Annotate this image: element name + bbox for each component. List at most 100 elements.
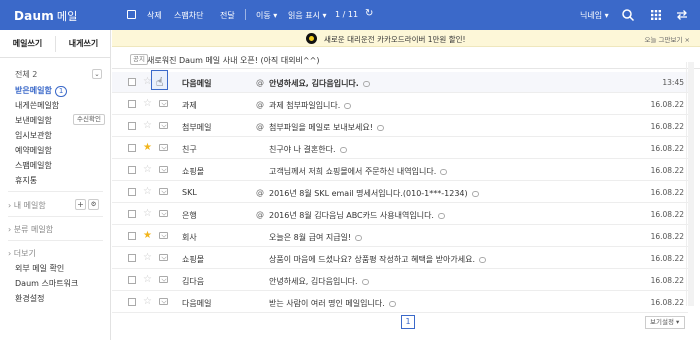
email-sender[interactable]: 김다음 xyxy=(182,276,204,287)
preview-bubble-icon[interactable] xyxy=(437,212,445,219)
notice-row[interactable]: 공지 새로워진 Daum 메일 사내 오픈! (아직 대외비^^) xyxy=(112,50,700,69)
email-sender[interactable]: 다음메일 xyxy=(182,298,211,309)
email-sender[interactable]: 쇼핑몰 xyxy=(182,254,204,265)
view-settings-dropdown[interactable]: 보기설정 ▾ xyxy=(645,316,685,329)
scrollbar-thumb[interactable] xyxy=(688,62,694,306)
settings-link[interactable]: 환경설정 xyxy=(15,293,44,304)
envelope-icon[interactable] xyxy=(159,188,168,195)
grid-icon[interactable] xyxy=(648,7,664,23)
envelope-icon[interactable] xyxy=(159,100,168,107)
star-icon[interactable]: ☆ xyxy=(143,98,152,109)
email-row[interactable]: ★ 친구 친구야 나 결혼한다. 16.08.22 xyxy=(112,138,688,159)
star-icon[interactable]: ☆ xyxy=(143,208,152,219)
promo-banner[interactable]: 새로운 대리운전 카카오드라이버 1만원 할인! 오늘 그만보기 × xyxy=(112,30,700,47)
email-sender[interactable]: 은행 xyxy=(182,210,197,221)
sidebar-item-scheduled[interactable]: 예약메일함 xyxy=(15,145,52,156)
add-folder-button[interactable]: + xyxy=(75,199,86,210)
envelope-icon[interactable] xyxy=(159,276,168,283)
envelope-icon[interactable] xyxy=(159,254,168,261)
preview-bubble-icon[interactable] xyxy=(479,256,487,263)
compose-to-self-button[interactable]: 내게쓰기 xyxy=(56,30,111,58)
smartwork-link[interactable]: Daum 스마트워크 xyxy=(15,278,78,289)
email-row[interactable]: ☆ 쇼핑몰 고객님께서 저희 쇼핑몰에서 주문하신 내역입니다. 16.08.22 xyxy=(112,160,688,181)
sidebar-item-sent[interactable]: 보낸메일함 xyxy=(15,115,52,126)
preview-bubble-icon[interactable] xyxy=(471,190,479,197)
star-icon[interactable]: ☆ xyxy=(143,296,152,307)
preview-bubble-icon[interactable] xyxy=(339,146,347,153)
email-row[interactable]: ☆ 은행 @2016년 8월 김다음님 ABC카드 사용내역입니다. 16.08.22 xyxy=(112,204,688,225)
move-dropdown[interactable]: 이동 ▾ xyxy=(256,10,277,21)
external-mail-link[interactable]: 외부 메일 확인 xyxy=(15,263,64,274)
email-subject[interactable]: 안녕하세요, 김다음입니다. xyxy=(269,78,370,89)
envelope-icon[interactable] xyxy=(159,298,168,305)
email-checkbox[interactable] xyxy=(128,276,136,284)
my-folders-toggle[interactable]: › 내 메일함 xyxy=(8,200,46,211)
delete-button[interactable]: 삭제 xyxy=(147,10,162,21)
preview-bubble-icon[interactable] xyxy=(362,80,370,87)
envelope-icon[interactable] xyxy=(159,144,168,151)
email-subject[interactable]: 친구야 나 결혼한다. xyxy=(269,144,347,155)
read-receipt-button[interactable]: 수신확인 xyxy=(73,114,105,125)
email-row[interactable]: ☆ 쇼핑몰 상품이 마음에 드셨나요? 상품평 작성하고 혜택을 받아가세요. 16.… xyxy=(112,248,688,269)
email-sender[interactable]: 쇼핑몰 xyxy=(182,166,204,177)
preview-bubble-icon[interactable] xyxy=(355,234,363,241)
email-row[interactable]: ☆ SKL @2016년 8월 SKL email 명세서입니다.(010-1***… xyxy=(112,182,688,203)
email-subject[interactable]: 고객님께서 저희 쇼핑몰에서 주문하신 내역입니다. xyxy=(269,166,448,177)
folder-settings-icon[interactable]: ⚙ xyxy=(88,199,99,210)
sidebar-item-to-self[interactable]: 내게쓴메일함 xyxy=(15,100,59,111)
email-subject[interactable]: 2016년 8월 SKL email 명세서입니다.(010-1***-1234… xyxy=(269,188,479,199)
scrollbar[interactable] xyxy=(686,62,694,306)
email-checkbox[interactable] xyxy=(128,78,136,86)
refresh-icon[interactable]: ↻ xyxy=(365,8,373,19)
email-checkbox[interactable] xyxy=(128,188,136,196)
envelope-icon[interactable] xyxy=(159,232,168,239)
all-mail-label[interactable]: 전체 2 xyxy=(15,69,37,80)
sidebar-item-drafts[interactable]: 임시보관함 xyxy=(15,130,52,141)
email-sender[interactable]: 첨부메일 xyxy=(182,122,211,133)
email-sender[interactable]: 다음메일 xyxy=(182,78,211,89)
sidebar-item-inbox[interactable]: 받은메일함 1 xyxy=(15,85,68,97)
select-all-checkbox[interactable] xyxy=(127,10,136,19)
preview-bubble-icon[interactable] xyxy=(376,124,384,131)
envelope-icon[interactable] xyxy=(159,210,168,217)
star-icon[interactable]: ☆ xyxy=(143,120,152,131)
banner-close-button[interactable]: 오늘 그만보기 × xyxy=(645,34,690,44)
star-icon[interactable]: ★ xyxy=(143,142,152,153)
star-icon[interactable]: ☆ xyxy=(143,186,152,197)
preview-bubble-icon[interactable] xyxy=(388,300,396,307)
email-row[interactable]: ★ 회사 오늘은 8월 급여 지급일! 16.08.22 xyxy=(112,226,688,247)
email-row[interactable]: ☆ 첨부메일 @ 첨부파일을 메일로 보내보세요! 16.08.22 xyxy=(112,116,688,137)
email-row[interactable]: ☆ 다음메일 받는 사람이 여러 명인 메일입니다. 16.08.22 xyxy=(112,292,688,313)
preview-bubble-icon[interactable] xyxy=(344,102,352,109)
page-number-button[interactable]: 1 xyxy=(401,315,415,329)
email-checkbox[interactable] xyxy=(128,298,136,306)
search-icon[interactable] xyxy=(620,7,636,23)
sidebar-item-trash[interactable]: 휴지통 xyxy=(15,175,37,186)
spam-block-button[interactable]: 스팸차단 xyxy=(174,10,203,21)
email-subject[interactable]: 상품이 마음에 드셨나요? 상품평 작성하고 혜택을 받아가세요. xyxy=(269,254,487,265)
star-icon[interactable]: ☆ xyxy=(143,164,152,175)
email-subject[interactable]: 받는 사람이 여러 명인 메일입니다. xyxy=(269,298,396,309)
email-row[interactable]: ☆ 김다음 안녕하세요, 김다음입니다. 16.08.22 xyxy=(112,270,688,291)
user-menu[interactable]: 닉네임 ▾ xyxy=(580,10,609,21)
email-subject[interactable]: 과제 첨부파일입니다. xyxy=(269,100,352,111)
email-checkbox[interactable] xyxy=(128,254,136,262)
mark-read-dropdown[interactable]: 읽음 표시 ▾ xyxy=(288,10,327,21)
compose-button[interactable]: 메일쓰기 xyxy=(0,30,55,58)
email-checkbox[interactable] xyxy=(128,122,136,130)
category-folders-toggle[interactable]: › 분류 메일함 xyxy=(8,224,53,235)
star-icon[interactable]: ☆ xyxy=(143,274,152,285)
email-checkbox[interactable] xyxy=(128,144,136,152)
arrows-icon[interactable] xyxy=(674,7,690,23)
envelope-icon[interactable] xyxy=(159,122,168,129)
email-sender[interactable]: 과제 xyxy=(182,100,197,111)
email-checkbox[interactable] xyxy=(128,166,136,174)
email-subject[interactable]: 안녕하세요, 김다음입니다. xyxy=(269,276,369,287)
email-row[interactable]: ☆ 다음메일 @ 안녕하세요, 김다음입니다. 13:45 xyxy=(112,72,688,93)
email-sender[interactable]: 친구 xyxy=(182,144,197,155)
preview-bubble-icon[interactable] xyxy=(440,168,448,175)
email-row[interactable]: ☆ 과제 @ 과제 첨부파일입니다. 16.08.22 xyxy=(112,94,688,115)
email-subject[interactable]: 오늘은 8월 급여 지급일! xyxy=(269,232,363,243)
sidebar-item-spam[interactable]: 스팸메일함 xyxy=(15,160,52,171)
email-sender[interactable]: SKL xyxy=(182,188,197,197)
